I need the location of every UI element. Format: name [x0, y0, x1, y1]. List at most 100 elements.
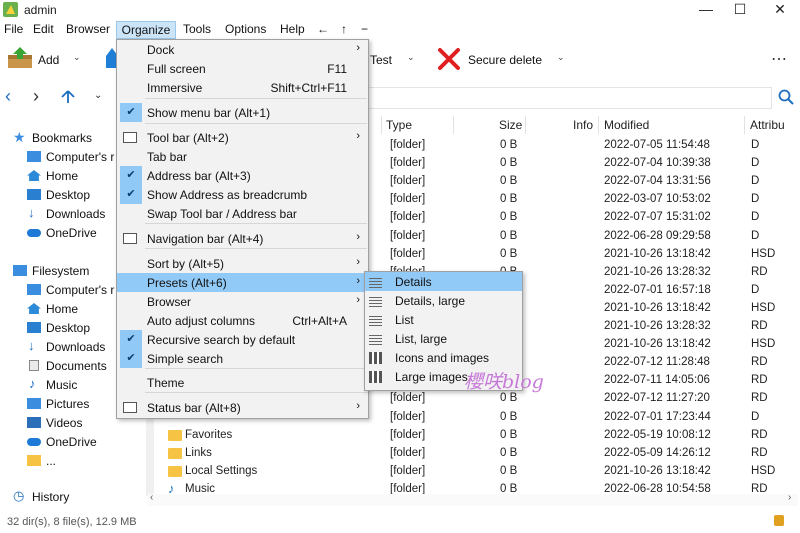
menu-options[interactable]: Options [225, 22, 266, 36]
menu-item-recursive-search-by-default[interactable]: ✔ Recursive search by default [117, 330, 368, 349]
menu-item-presets-alt-6[interactable]: Presets (Alt+6) › [117, 273, 368, 292]
history-dropdown-chevron-icon[interactable]: ⌄ [94, 90, 102, 101]
menu-item-theme[interactable]: Theme [117, 373, 368, 392]
secure-delete-dropdown-chevron-icon[interactable]: ⌄ [557, 52, 565, 63]
cell-attributes: RD [751, 428, 768, 441]
address-input[interactable] [368, 87, 772, 109]
menu-organize[interactable]: Organize [116, 21, 176, 39]
submenu-arrow-icon: › [356, 130, 360, 142]
menu-item-immersive[interactable]: Immersive Shift+Ctrl+F11 [117, 78, 368, 97]
menu-tools[interactable]: Tools [183, 22, 211, 36]
maximize-button[interactable]: ☐ [722, 0, 758, 20]
menu-item-show-address-as-breadcrumb[interactable]: ✔ Show Address as breadcrumb [117, 185, 368, 204]
add-archive-icon[interactable] [6, 46, 34, 70]
column-divider[interactable] [744, 116, 745, 134]
cell-attributes: D [751, 139, 760, 151]
menu-up-arrow-icon[interactable]: ↑ [341, 22, 347, 36]
secure-delete-icon[interactable] [437, 47, 461, 71]
search-icon[interactable] [778, 89, 794, 105]
cell-size: 0 B [500, 247, 518, 260]
cell-type: [folder] [390, 428, 426, 441]
menu-item-sort-by-alt-5[interactable]: Sort by (Alt+5) › [117, 254, 368, 273]
sidebar-item-label: Videos [46, 416, 83, 430]
add-dropdown-chevron-icon[interactable]: ⌄ [73, 52, 81, 63]
table-row[interactable]: Favorites [folder] 0 B 2022-05-19 10:08:12 R… [148, 426, 798, 444]
submenu-arrow-icon: › [356, 256, 360, 268]
preset-item-details[interactable]: Details [365, 272, 522, 291]
menu-item-auto-adjust-columns[interactable]: Auto adjust columns Ctrl+Alt+A [117, 311, 368, 330]
scroll-right-icon[interactable]: › [788, 492, 791, 503]
preset-item-icons-and-images[interactable]: Icons and images [365, 348, 522, 367]
scroll-left-icon[interactable]: ‹ [150, 492, 153, 503]
close-button[interactable]: ✕ [762, 0, 798, 20]
cell-modified: 2021-10-26 13:28:32 [604, 320, 711, 332]
menu-shortcut: Ctrl+Alt+A [292, 314, 347, 328]
table-row[interactable]: Links [folder] 0 B 2022-05-09 14:26:12 RD [148, 444, 798, 462]
details-large-view-icon [369, 295, 382, 307]
test-dropdown-chevron-icon[interactable]: ⌄ [407, 52, 415, 63]
navigation-panel-icon [123, 233, 137, 244]
cell-attributes: HSD [751, 464, 776, 477]
back-arrow-icon[interactable]: ‹ [5, 86, 11, 107]
column-divider[interactable] [525, 116, 526, 134]
menu-item-dock[interactable]: Dock › [117, 40, 368, 59]
menu-item-show-menu-bar-alt-1[interactable]: ✔ Show menu bar (Alt+1) [117, 103, 368, 122]
preset-item-list-large[interactable]: List, large [365, 329, 522, 348]
menu-minus-icon[interactable]: − [361, 22, 368, 36]
menu-item-tool-bar-alt-2[interactable]: Tool bar (Alt+2) › [117, 128, 368, 147]
add-button[interactable]: Add [38, 53, 59, 67]
cell-modified: 2021-10-26 13:18:42 [604, 338, 711, 351]
column-header-type[interactable]: Type [386, 118, 412, 132]
menu-item-navigation-bar-alt-4[interactable]: Navigation bar (Alt+4) › [117, 229, 368, 248]
preset-item-details-large[interactable]: Details, large [365, 291, 522, 310]
sidebar-item-label: Documents [46, 359, 107, 373]
cell-modified: 2022-07-01 17:23:44 [604, 410, 711, 423]
menu-item-simple-search[interactable]: ✔ Simple search [117, 349, 368, 368]
more-options-icon[interactable]: ⋯ [771, 49, 787, 69]
menu-item-address-bar-alt-3[interactable]: ✔ Address bar (Alt+3) [117, 166, 368, 185]
forward-arrow-icon[interactable]: › [33, 86, 39, 107]
cell-modified: 2022-07-07 15:31:02 [604, 211, 711, 224]
column-header-modified[interactable]: Modified [604, 118, 649, 132]
menu-help[interactable]: Help [280, 22, 305, 36]
title-bar [0, 0, 800, 20]
menu-separator [145, 248, 367, 249]
column-header-attributes[interactable]: Attribu [750, 118, 785, 132]
menu-file[interactable]: File [4, 22, 23, 36]
menu-item-full-screen[interactable]: Full screen F11 [117, 59, 368, 78]
cell-modified: 2021-10-26 13:18:42 [604, 301, 711, 314]
clock-icon: ◷ [13, 488, 25, 503]
statusbar-window-icon [123, 402, 137, 413]
menu-item-tab-bar[interactable]: Tab bar [117, 147, 368, 166]
folder-icon [27, 455, 41, 466]
menu-item-swap-tool-bar-address-bar[interactable]: Swap Tool bar / Address bar [117, 204, 368, 223]
column-header-size[interactable]: Size [499, 118, 522, 132]
document-icon [29, 360, 39, 371]
menu-browser[interactable]: Browser [66, 22, 110, 36]
menu-item-status-bar-alt-8[interactable]: Status bar (Alt+8) › [117, 398, 368, 417]
lock-icon[interactable] [774, 515, 784, 526]
checkmark-icon: ✔ [120, 166, 142, 185]
cell-modified: 2022-05-19 10:08:12 [604, 428, 711, 441]
menu-item-browser[interactable]: Browser › [117, 292, 368, 311]
minimize-button[interactable]: — [688, 0, 724, 20]
picture-icon [27, 398, 41, 409]
cloud-icon [27, 438, 41, 446]
menu-edit[interactable]: Edit [33, 22, 54, 36]
sidebar-item-label: OneDrive [46, 435, 97, 449]
up-arrow-icon[interactable] [61, 90, 75, 104]
preset-item-list[interactable]: List [365, 310, 522, 329]
toolbar-window-icon [123, 132, 137, 143]
menu-back-arrow-icon[interactable]: ← [317, 22, 329, 36]
test-button[interactable]: Test [370, 53, 392, 67]
column-header-info[interactable]: Info [573, 118, 593, 132]
column-divider[interactable] [381, 116, 382, 134]
secure-delete-button[interactable]: Secure delete [468, 53, 542, 67]
cell-type: [folder] [390, 410, 426, 423]
column-divider[interactable] [453, 116, 454, 134]
horizontal-scrollbar[interactable] [148, 494, 798, 506]
table-row[interactable]: Local Settings [folder] 0 B 2021-10-26 13:1… [148, 462, 798, 480]
column-divider[interactable] [598, 116, 599, 134]
filesystem-label: Filesystem [32, 264, 90, 278]
watermark-text: 櫻咲blog [464, 371, 544, 393]
